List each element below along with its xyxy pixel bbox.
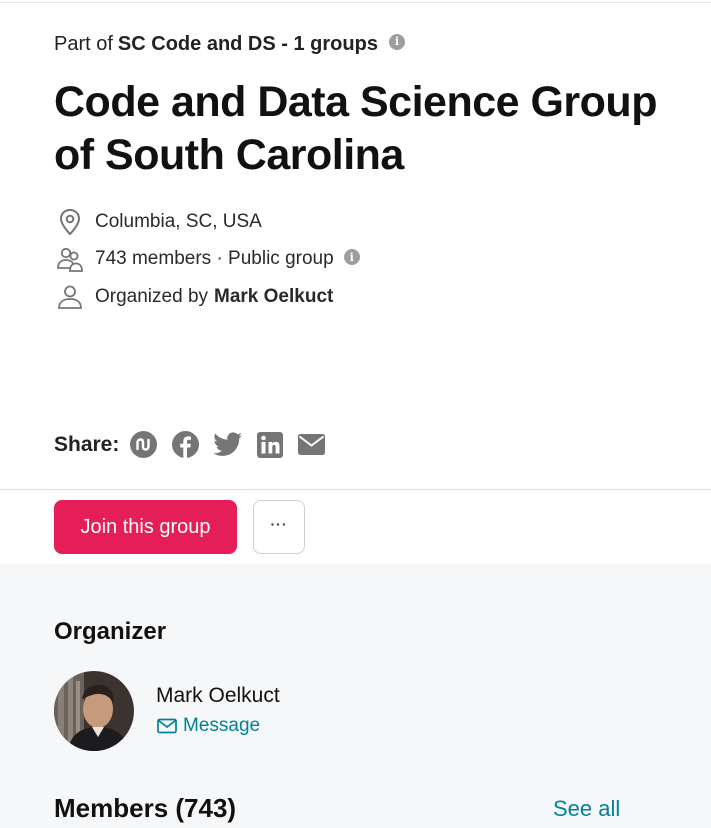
network-info-icon[interactable]: i: [388, 33, 405, 50]
message-label: Message: [183, 715, 261, 736]
network-prefix: Part of: [54, 33, 113, 55]
twitter-icon[interactable]: [213, 430, 243, 459]
location-row: Columbia, SC, USA: [56, 208, 262, 236]
message-link[interactable]: Message: [157, 715, 260, 737]
members-heading: Members (743): [54, 793, 237, 823]
members-icon: [56, 245, 84, 273]
meetup-icon[interactable]: [129, 430, 158, 459]
section-divider: [0, 489, 711, 490]
location-pin-icon: [56, 208, 84, 236]
network-link[interactable]: SC Code and DS - 1 groups: [118, 33, 378, 56]
public-group-info-icon[interactable]: i: [343, 249, 360, 265]
organized-by-label: Organized by: [95, 286, 209, 307]
email-icon[interactable]: [297, 430, 326, 459]
organizer-row: Organized by Mark Oelkuct: [56, 283, 333, 311]
network-line: Part of SC Code and DS - 1 groups i: [54, 33, 405, 56]
organizer-name[interactable]: Mark Oelkuct: [156, 684, 280, 708]
organizer-link[interactable]: Mark Oelkuct: [214, 286, 333, 308]
facebook-icon[interactable]: [171, 430, 200, 459]
person-icon: [56, 283, 84, 311]
group-title: Code and Data Science Group of South Car…: [54, 78, 657, 179]
see-all-members-link[interactable]: See all: [553, 796, 620, 822]
top-divider: [0, 2, 711, 3]
share-label: Share:: [54, 432, 120, 456]
members-row: 743 members · Public group i: [56, 245, 360, 273]
linkedin-icon[interactable]: [255, 430, 284, 459]
envelope-icon: [157, 718, 177, 734]
organizer-heading: Organizer: [54, 618, 167, 645]
organizer-avatar[interactable]: [54, 671, 134, 751]
share-bar: Share:: [54, 430, 339, 459]
more-options-button[interactable]: ···: [253, 500, 305, 554]
members-text: 743 members · Public group: [95, 248, 334, 269]
join-group-button[interactable]: Join this group: [54, 500, 237, 554]
location-text: Columbia, SC, USA: [95, 211, 262, 232]
